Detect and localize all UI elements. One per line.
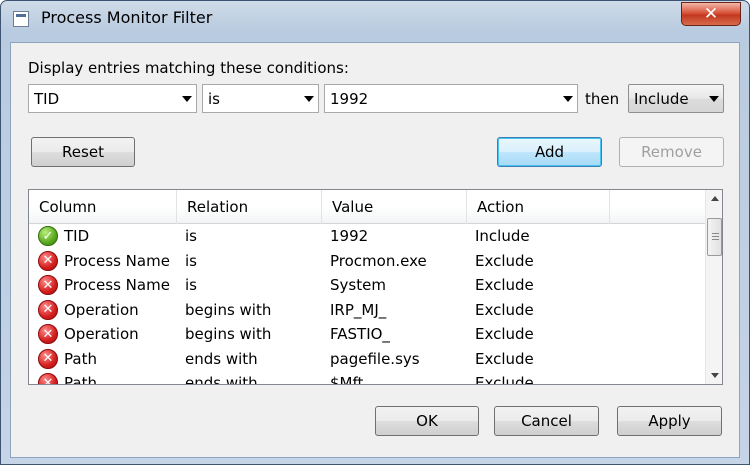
table-row[interactable]: ✕ Process Name is System Exclude	[29, 274, 705, 299]
value-combobox-value: 1992	[330, 89, 369, 108]
action-dropdown-value: Include	[634, 89, 689, 108]
title-bar[interactable]: Process Monitor Filter ✕	[1, 1, 749, 35]
relation-dropdown-value: is	[208, 89, 220, 108]
table-row[interactable]: ✓ TID is 1992 Include	[29, 225, 705, 250]
filter-list[interactable]: Column Relation Value Action ✓ TID is 19…	[28, 189, 723, 385]
window-title: Process Monitor Filter	[41, 8, 213, 27]
row-relation: is	[185, 276, 197, 294]
row-action: Exclude	[475, 300, 534, 319]
chevron-down-icon	[559, 85, 577, 112]
row-value: pagefile.sys	[330, 349, 420, 368]
x-circle-icon: ✕	[38, 250, 58, 271]
close-button[interactable]: ✕	[681, 2, 741, 26]
row-action: Exclude	[475, 374, 534, 385]
x-circle-icon: ✕	[38, 324, 58, 344]
scroll-up-icon[interactable]	[706, 190, 722, 207]
app-icon	[13, 11, 29, 27]
row-column: Path	[64, 349, 97, 368]
list-header: Column Relation Value Action	[29, 190, 705, 224]
row-relation: ends with	[185, 349, 258, 368]
row-action: Include	[475, 227, 530, 245]
table-row[interactable]: ✕ Operation begins with FASTIO_ Exclude	[29, 323, 705, 348]
row-value: $Mft	[330, 374, 364, 385]
table-row[interactable]: ✕ Path ends with pagefile.sys Exclude	[29, 348, 705, 373]
row-relation: begins with	[185, 300, 272, 319]
chevron-down-icon	[300, 85, 318, 112]
list-rows: ✓ TID is 1992 Include ✕ Process Name is …	[29, 225, 705, 385]
row-column: Process Name	[64, 276, 170, 294]
check-circle-icon: ✓	[38, 226, 58, 246]
row-action: Exclude	[475, 276, 534, 294]
row-relation: ends with	[185, 374, 258, 385]
row-relation: is	[185, 251, 197, 270]
x-circle-icon: ✕	[38, 299, 58, 320]
scroll-down-icon[interactable]	[706, 367, 722, 384]
value-combobox[interactable]: 1992	[324, 84, 578, 113]
x-circle-icon: ✕	[38, 373, 58, 384]
table-row[interactable]: ✕ Process Name is Procmon.exe Exclude	[29, 250, 705, 275]
relation-dropdown[interactable]: is	[202, 84, 319, 113]
row-column: Operation	[64, 325, 139, 343]
row-value: FASTIO_	[330, 325, 390, 343]
row-value: IRP_MJ_	[330, 300, 387, 319]
filter-dialog-window: Process Monitor Filter ✕ Display entries…	[0, 0, 750, 465]
ok-button[interactable]: OK	[375, 406, 479, 436]
reset-button[interactable]: Reset	[31, 137, 135, 167]
row-relation: is	[185, 227, 197, 245]
row-value: System	[330, 276, 386, 294]
scrollbar-thumb[interactable]	[707, 218, 722, 256]
row-column: Operation	[64, 300, 139, 319]
row-action: Exclude	[475, 349, 534, 368]
chevron-down-icon	[705, 85, 723, 112]
x-circle-icon: ✕	[38, 275, 58, 295]
column-header-value[interactable]: Value	[322, 190, 467, 224]
add-button[interactable]: Add	[497, 137, 602, 167]
then-label: then	[585, 90, 620, 108]
cancel-button[interactable]: Cancel	[494, 406, 599, 436]
row-relation: begins with	[185, 325, 272, 343]
dialog-client-area: Display entries matching these condition…	[10, 42, 740, 458]
apply-button[interactable]: Apply	[617, 406, 722, 436]
table-row[interactable]: ✕ Path ends with $Mft Exclude	[29, 372, 705, 385]
conditions-label: Display entries matching these condition…	[28, 59, 349, 77]
column-dropdown-value: TID	[34, 89, 60, 108]
x-circle-icon: ✕	[38, 348, 58, 369]
row-value: 1992	[330, 227, 369, 245]
table-row[interactable]: ✕ Operation begins with IRP_MJ_ Exclude	[29, 299, 705, 324]
row-action: Exclude	[475, 251, 534, 270]
column-header-relation[interactable]: Relation	[177, 190, 322, 224]
remove-button[interactable]: Remove	[619, 137, 724, 167]
column-dropdown[interactable]: TID	[28, 84, 197, 113]
row-column: Process Name	[64, 251, 170, 270]
row-column: Path	[64, 374, 97, 385]
row-column: TID	[64, 227, 90, 245]
row-value: Procmon.exe	[330, 251, 427, 270]
row-action: Exclude	[475, 325, 534, 343]
vertical-scrollbar[interactable]	[705, 190, 722, 384]
column-header-action[interactable]: Action	[467, 190, 610, 224]
action-dropdown[interactable]: Include	[628, 84, 724, 113]
column-header-column[interactable]: Column	[29, 190, 177, 224]
chevron-down-icon	[178, 85, 196, 112]
